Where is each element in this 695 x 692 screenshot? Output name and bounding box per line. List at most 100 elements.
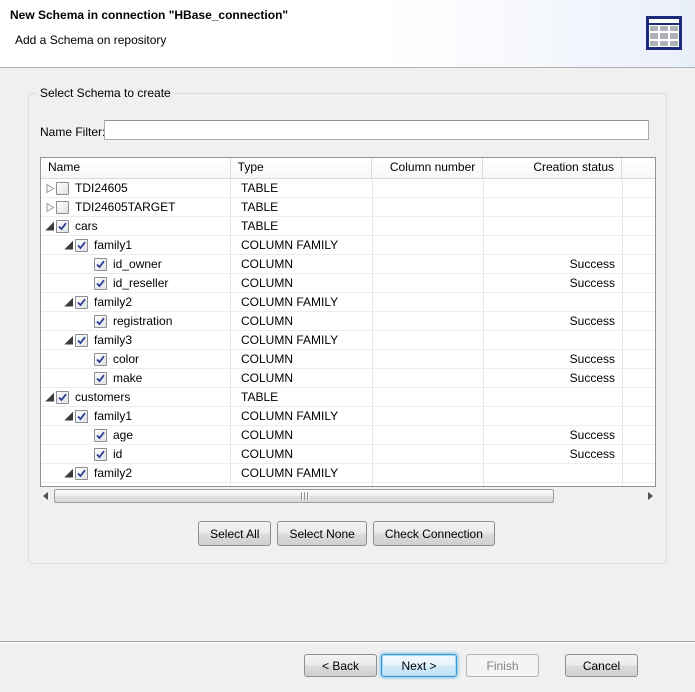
column-header-type[interactable]: Type (231, 158, 373, 178)
table-row[interactable]: idCOLUMNSuccess (41, 445, 655, 464)
row-checkbox-checked[interactable] (75, 467, 88, 480)
table-grid-icon (646, 16, 682, 50)
row-label: id_reseller (113, 275, 168, 292)
table-row[interactable]: registrationCOLUMNSuccess (41, 312, 655, 331)
banner-separator (0, 67, 695, 68)
row-extra-cell (623, 388, 655, 406)
row-checkbox-checked[interactable] (94, 429, 107, 442)
table-body: TDI24605TABLETDI24605TARGETTABLEcarsTABL… (41, 179, 655, 487)
horizontal-scrollbar[interactable] (40, 488, 656, 504)
table-row[interactable]: colorCOLUMNSuccess (41, 350, 655, 369)
row-checkbox-checked[interactable] (56, 391, 69, 404)
table-row[interactable]: nameCOLUMNSuccess (41, 483, 655, 487)
row-label: id_owner (113, 256, 162, 273)
check-connection-button[interactable]: Check Connection (373, 521, 495, 546)
expander-expanded-icon[interactable] (62, 467, 75, 480)
row-column-number (373, 236, 484, 254)
table-row[interactable]: makeCOLUMNSuccess (41, 369, 655, 388)
row-checkbox-checked[interactable] (94, 353, 107, 366)
row-creation-status: Success (484, 426, 623, 444)
back-button[interactable]: < Back (304, 654, 377, 677)
next-button[interactable]: Next > (381, 654, 457, 677)
expander-expanded-icon[interactable] (62, 334, 75, 347)
row-extra-cell (623, 312, 655, 330)
row-label: id (113, 446, 122, 463)
table-row[interactable]: carsTABLE (41, 217, 655, 236)
row-checkbox-checked[interactable] (56, 220, 69, 233)
table-row[interactable]: customersTABLE (41, 388, 655, 407)
table-row[interactable]: family1COLUMN FAMILY (41, 407, 655, 426)
row-creation-status (484, 407, 623, 425)
column-header-column-number[interactable]: Column number (372, 158, 483, 178)
row-column-number (373, 445, 484, 463)
table-row[interactable]: ageCOLUMNSuccess (41, 426, 655, 445)
cancel-button[interactable]: Cancel (565, 654, 638, 677)
table-row[interactable]: TDI24605TARGETTABLE (41, 198, 655, 217)
table-row[interactable]: family1COLUMN FAMILY (41, 236, 655, 255)
row-checkbox-checked[interactable] (75, 296, 88, 309)
table-row[interactable]: family2 COLUMN FAMILY (41, 293, 655, 312)
row-type: COLUMN (231, 350, 373, 368)
row-checkbox-checked[interactable] (75, 239, 88, 252)
row-type: COLUMN FAMILY (231, 407, 373, 425)
finish-button[interactable]: Finish (466, 654, 539, 677)
table-row[interactable]: family3COLUMN FAMILY (41, 331, 655, 350)
column-header-extra[interactable] (622, 158, 655, 178)
row-column-number (373, 369, 484, 387)
row-creation-status: Success (484, 312, 623, 330)
name-filter-input[interactable] (104, 120, 649, 140)
page-subtitle: Add a Schema on repository (15, 33, 166, 47)
table-row[interactable]: TDI24605TABLE (41, 179, 655, 198)
row-type: COLUMN FAMILY (231, 464, 373, 482)
expander-spacer (81, 353, 94, 366)
row-checkbox-checked[interactable] (94, 258, 107, 271)
row-creation-status: Success (484, 483, 623, 487)
expander-collapsed-icon[interactable] (43, 182, 56, 195)
expander-expanded-icon[interactable] (62, 296, 75, 309)
row-type: COLUMN (231, 255, 373, 273)
row-extra-cell (623, 179, 655, 197)
row-label: age (113, 427, 133, 444)
table-row[interactable]: id_owner COLUMN Success (41, 255, 655, 274)
row-column-number (373, 198, 484, 216)
row-creation-status: Success (484, 350, 623, 368)
row-checkbox-unchecked[interactable] (56, 182, 69, 195)
column-header-name[interactable]: Name (41, 158, 231, 178)
row-checkbox-checked[interactable] (94, 486, 107, 488)
row-checkbox-checked[interactable] (94, 448, 107, 461)
row-creation-status: Success (484, 255, 623, 273)
row-checkbox-checked[interactable] (94, 277, 107, 290)
row-creation-status (484, 236, 623, 254)
expander-spacer (81, 448, 94, 461)
expander-expanded-icon[interactable] (62, 239, 75, 252)
row-checkbox-checked[interactable] (94, 315, 107, 328)
expander-expanded-icon[interactable] (43, 220, 56, 233)
expander-expanded-icon[interactable] (62, 410, 75, 423)
row-checkbox-checked[interactable] (75, 334, 88, 347)
select-none-button[interactable]: Select None (277, 521, 366, 546)
row-checkbox-unchecked[interactable] (56, 201, 69, 214)
row-checkbox-checked[interactable] (75, 410, 88, 423)
row-extra-cell (623, 236, 655, 254)
row-creation-status (484, 293, 623, 311)
expander-collapsed-icon[interactable] (43, 201, 56, 214)
table-row[interactable]: id_resellerCOLUMNSuccess (41, 274, 655, 293)
row-type: COLUMN FAMILY (231, 293, 373, 311)
row-column-number (373, 483, 484, 487)
row-label: name (113, 484, 143, 488)
expander-expanded-icon[interactable] (43, 391, 56, 404)
column-header-creation-status[interactable]: Creation status (483, 158, 622, 178)
expander-spacer (81, 486, 94, 488)
row-creation-status: Success (484, 274, 623, 292)
select-all-button[interactable]: Select All (198, 521, 271, 546)
scroll-left-icon[interactable] (40, 488, 52, 504)
row-creation-status (484, 464, 623, 482)
row-checkbox-checked[interactable] (94, 372, 107, 385)
row-label: family2 (94, 294, 132, 311)
row-label: cars (75, 218, 98, 235)
scroll-right-icon[interactable] (644, 488, 656, 504)
expander-spacer (81, 429, 94, 442)
scrollbar-thumb[interactable] (54, 489, 554, 503)
row-extra-cell (623, 255, 655, 273)
table-row[interactable]: family2COLUMN FAMILY (41, 464, 655, 483)
